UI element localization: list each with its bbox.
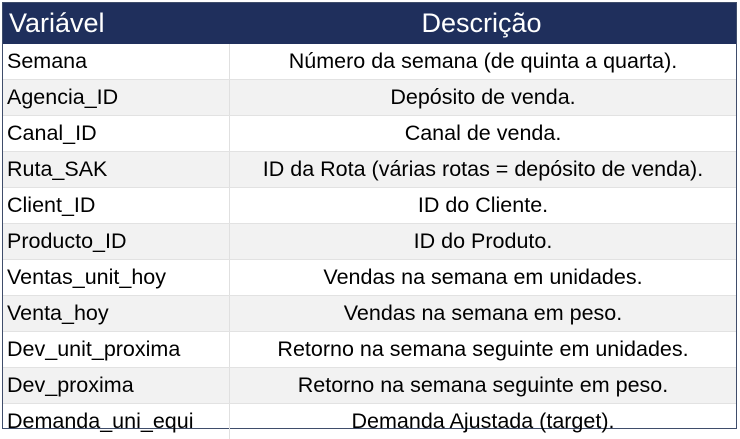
variable-cell: Ruta_SAK — [3, 152, 230, 187]
description-cell: Retorno na semana seguinte em peso. — [297, 373, 669, 397]
variable-cell: Client_ID — [3, 188, 230, 223]
header-variable: Variável — [9, 8, 105, 38]
table-header: Variável Descrição — [3, 3, 736, 44]
description-cell: Canal de venda. — [404, 121, 562, 145]
table-row: Demanda_uni_equi Demanda Ajustada (targe… — [3, 403, 736, 439]
table-row: Semana Número da semana (de quinta a qua… — [3, 44, 736, 79]
table-row: Client_ID ID do Cliente. — [3, 187, 736, 223]
variable-cell: Producto_ID — [3, 224, 230, 259]
description-cell: Vendas na semana em unidades. — [323, 265, 643, 289]
table-row: Venta_hoy Vendas na semana em peso. — [3, 295, 736, 331]
variable-cell: Dev_unit_proxima — [3, 332, 230, 367]
table-row: Ventas_unit_hoy Vendas na semana em unid… — [3, 259, 736, 295]
table-row: Dev_unit_proxima Retorno na semana segui… — [3, 331, 736, 367]
description-cell: Retorno na semana seguinte em unidades. — [277, 337, 689, 361]
variable-cell: Venta_hoy — [3, 296, 230, 331]
description-cell: Número da semana (de quinta a quarta). — [288, 49, 678, 73]
description-cell: ID do Produto. — [413, 229, 553, 253]
variable-cell: Dev_proxima — [3, 368, 230, 403]
variable-cell: Canal_ID — [3, 116, 230, 151]
description-cell: ID da Rota (várias rotas = depósito de v… — [262, 157, 704, 181]
variables-table: Variável Descrição Semana Número da sema… — [2, 2, 737, 439]
variable-cell: Semana — [3, 44, 230, 79]
table-row: Ruta_SAK ID da Rota (várias rotas = depó… — [3, 151, 736, 187]
table-row: Dev_proxima Retorno na semana seguinte e… — [3, 367, 736, 403]
description-cell: Demanda Ajustada (target). — [351, 409, 615, 433]
description-cell: ID do Cliente. — [417, 193, 549, 217]
header-description: Descrição — [421, 8, 542, 38]
description-cell: Depósito de venda. — [390, 85, 576, 109]
table-row: Agencia_ID Depósito de venda. — [3, 79, 736, 115]
description-cell: Vendas na semana em peso. — [343, 301, 623, 325]
variable-cell: Agencia_ID — [3, 80, 230, 115]
table-row: Producto_ID ID do Produto. — [3, 223, 736, 259]
table-row: Canal_ID Canal de venda. — [3, 115, 736, 151]
variable-cell: Demanda_uni_equi — [3, 404, 230, 439]
variable-cell: Ventas_unit_hoy — [3, 260, 230, 295]
